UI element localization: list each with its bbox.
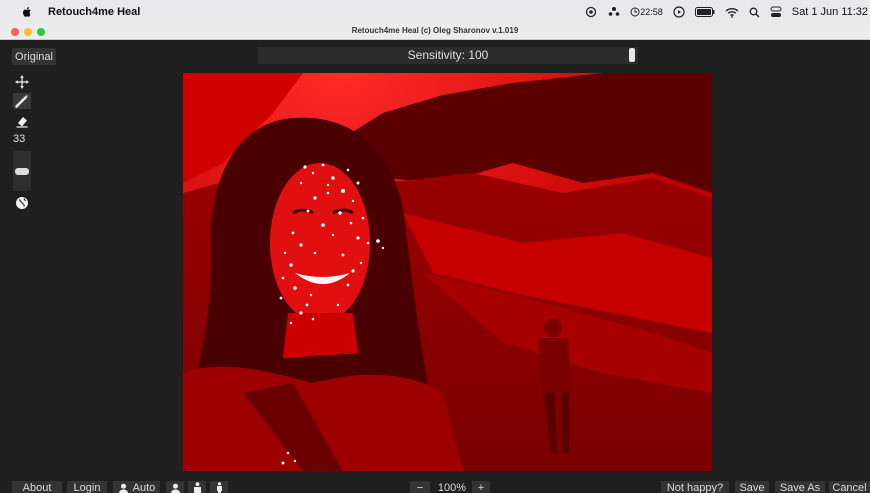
save-as-button[interactable]: Save As [775,481,825,493]
globe-tool-button[interactable] [13,195,31,211]
battery-icon[interactable] [694,7,715,17]
apple-logo-icon[interactable] [20,5,34,19]
globe-icon [16,197,28,209]
save-button[interactable]: Save [735,481,769,493]
macos-menu-bar: Retouch4me Heal 22:58 Sat 1 Jun 11:32 [0,0,870,24]
control-center-icon[interactable] [770,6,782,18]
not-happy-button[interactable]: Not happy? [661,481,729,493]
zoom-in-button[interactable]: + [472,481,490,493]
portrait-mode-button[interactable] [166,481,184,493]
auto-mode-button[interactable]: Auto [113,481,160,493]
window-title: Retouch4me Heal (c) Oleg Sharonov v.1.01… [351,26,519,35]
status-area: 22:58 Sat 1 Jun 11:32 [584,0,870,24]
cancel-button[interactable]: Cancel [829,481,870,493]
brush-tool-button[interactable] [13,93,31,109]
retouch-preview-image [183,73,712,471]
timer-status[interactable]: 22:58 [630,7,663,17]
camera-status-icon[interactable] [584,6,598,18]
move-tool-button[interactable] [13,74,31,90]
about-button[interactable]: About [12,481,62,493]
people-status-icon[interactable] [608,6,620,18]
timer-text: 22:58 [640,7,663,17]
brush-size-value: 33 [13,133,26,145]
half-body-mode-button[interactable] [188,481,206,493]
person-icon [118,483,128,493]
login-button[interactable]: Login [67,481,107,493]
auto-mode-label: Auto [132,482,156,493]
original-button[interactable]: Original [12,48,56,65]
window-title-bar: Retouch4me Heal (c) Oleg Sharonov v.1.01… [0,24,870,40]
menu-datetime[interactable]: Sat 1 Jun 11:32 [792,6,868,18]
wifi-icon[interactable] [725,7,739,18]
full-body-person-icon [216,481,222,493]
zoom-out-button[interactable]: − [410,481,430,493]
sensitivity-slider-handle[interactable] [629,48,635,62]
portrait-person-icon [170,483,180,493]
menu-app-name[interactable]: Retouch4me Heal [48,6,140,18]
eraser-icon [16,117,28,128]
brush-size-slider-knob[interactable] [15,168,29,175]
zoom-level: 100% [437,482,467,493]
eraser-tool-button[interactable] [13,113,31,129]
brush-icon [15,94,29,108]
full-body-mode-button[interactable] [210,481,228,493]
search-icon[interactable] [749,7,760,18]
app-window: Retouch4me Heal 22:58 Sat 1 Jun 11:32 Re… [0,0,870,493]
move-icon [15,75,29,89]
photo-canvas[interactable] [183,73,712,471]
play-status-icon[interactable] [673,6,685,18]
clock-icon [630,7,640,17]
sensitivity-slider[interactable]: Sensitivity: 100 [258,47,638,64]
half-body-person-icon [193,482,201,493]
